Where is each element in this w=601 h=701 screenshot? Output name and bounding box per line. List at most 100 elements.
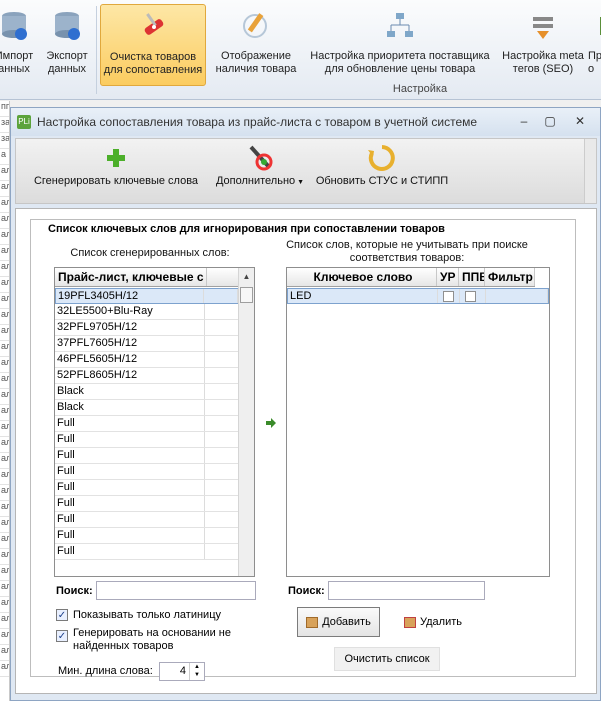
extra-cell: [205, 544, 239, 559]
table-row[interactable]: Full: [55, 480, 239, 496]
keyword-cell: 19PFL3405H/12: [56, 289, 205, 303]
scroll-up-icon[interactable]: ▲: [239, 268, 254, 285]
update-stus-button[interactable]: Обновить СТУС и СТИПП: [312, 141, 452, 187]
background-row: ал: [0, 165, 9, 181]
ppv-checkbox-cell[interactable]: [460, 289, 486, 303]
add-button[interactable]: Добавить: [297, 607, 380, 637]
keyword-cell: Full: [55, 464, 205, 479]
background-row: ал: [0, 341, 9, 357]
table-row[interactable]: Full: [55, 528, 239, 544]
table-row[interactable]: 52PFL8605H/12: [55, 368, 239, 384]
tools-icon: [208, 141, 312, 175]
table-row[interactable]: Full: [55, 512, 239, 528]
import-data-button[interactable]: Импорт анных: [0, 4, 36, 86]
table-row[interactable]: Full: [55, 432, 239, 448]
keyword-cell: Full: [55, 512, 205, 527]
ur-checkbox-cell[interactable]: [438, 289, 460, 303]
stepper-arrows-icon[interactable]: ▲ ▼: [189, 663, 204, 680]
background-row: ал: [0, 453, 9, 469]
delete-button[interactable]: Удалить: [398, 611, 468, 633]
table-row[interactable]: Black: [55, 384, 239, 400]
dialog-toolbar: Сгенерировать ключевые слова Дополнитель…: [15, 138, 597, 204]
extra-cell: [205, 336, 239, 351]
keyword-cell: Full: [55, 480, 205, 495]
table-row[interactable]: 32LE5500+Blu-Ray: [55, 304, 239, 320]
minimize-button[interactable]: –: [513, 114, 535, 128]
table-row[interactable]: LED: [287, 288, 549, 304]
background-row: ал: [0, 325, 9, 341]
window-title: Настройка сопоставления товара из прайс-…: [37, 115, 478, 129]
check-icon[interactable]: ✓: [56, 609, 68, 621]
min-length-stepper[interactable]: 4 ▲ ▼: [159, 662, 205, 681]
background-row: а: [0, 149, 9, 165]
background-row: ал: [0, 421, 9, 437]
right-search-input[interactable]: [328, 581, 485, 600]
ribbon: Импорт анных Экспорт данных Очистка това…: [0, 0, 601, 100]
background-row: ал: [0, 261, 9, 277]
check-icon[interactable]: ✓: [56, 630, 68, 642]
clear-list-button[interactable]: Очистить список: [334, 647, 440, 671]
table-row[interactable]: Black: [55, 400, 239, 416]
clean-products-label: Очистка товаров для сопоставления: [103, 51, 203, 76]
toolbar-scrollbar[interactable]: [584, 139, 596, 203]
refresh-icon: [312, 141, 452, 175]
maximize-button[interactable]: ▢: [539, 114, 561, 128]
more-dropdown-button[interactable]: Дополнительно ▼: [208, 141, 312, 187]
keyword-cell: 46PFL5605H/12: [55, 352, 205, 367]
table-row[interactable]: Full: [55, 544, 239, 560]
table-row[interactable]: 19PFL3405H/12: [55, 288, 239, 304]
generated-words-grid[interactable]: Прайс-лист, ключевые с 19PFL3405H/12 32LE…: [54, 267, 255, 577]
min-length-label: Мин. длина слова:: [58, 665, 153, 677]
extra-cell: [205, 480, 239, 495]
extra-cell: [205, 512, 239, 527]
left-grid-scrollbar[interactable]: ▲: [238, 268, 254, 576]
extra-cell: [205, 400, 239, 415]
table-row[interactable]: Full: [55, 416, 239, 432]
ppv-checkbox[interactable]: [465, 291, 476, 302]
table-row[interactable]: 37PFL7605H/12: [55, 336, 239, 352]
dialog-content: Список ключевых слов для игнорирования п…: [15, 208, 597, 694]
meta-tags-icon: [525, 8, 561, 44]
table-row[interactable]: 46PFL5605H/12: [55, 352, 239, 368]
ur-checkbox[interactable]: [443, 291, 454, 302]
table-row[interactable]: Full: [55, 448, 239, 464]
update-stus-label: Обновить СТУС и СТИПП: [315, 175, 449, 187]
clean-products-button[interactable]: Очистка товаров для сопоставления: [100, 4, 206, 86]
scroll-thumb[interactable]: [240, 287, 253, 303]
background-row: ал: [0, 309, 9, 325]
generate-not-found-checkbox[interactable]: ✓ Генерировать на основании не найденных…: [56, 627, 231, 653]
right-grid-header-ur[interactable]: УР: [437, 268, 459, 286]
export-data-button[interactable]: Экспорт данных: [40, 4, 94, 86]
move-right-arrow-icon[interactable]: [265, 417, 277, 432]
right-grid-header-keyword[interactable]: Ключевое слово: [287, 268, 437, 286]
table-row[interactable]: Full: [55, 464, 239, 480]
right-grid-header-ppv[interactable]: ППВ: [459, 268, 485, 286]
ignored-words-grid[interactable]: Ключевое слово УР ППВ Фильтр LED: [286, 267, 550, 577]
latin-only-checkbox[interactable]: ✓ Показывать только латиницу: [56, 609, 221, 622]
background-row: ал: [0, 645, 9, 661]
left-search-input[interactable]: [96, 581, 256, 600]
right-grid-header-filter[interactable]: Фильтр: [485, 268, 535, 286]
partial-ribbon-button[interactable]: Пр о: [588, 4, 601, 86]
left-grid-header-extra[interactable]: [207, 268, 239, 286]
filter-cell[interactable]: [486, 289, 548, 303]
left-grid-header-keyword[interactable]: Прайс-лист, ключевые с: [55, 268, 207, 286]
table-row[interactable]: 32PFL9705H/12: [55, 320, 239, 336]
partial-label: Пр о: [588, 50, 601, 75]
background-row: ал: [0, 357, 9, 373]
keyword-cell: 37PFL7605H/12: [55, 336, 205, 351]
supplier-priority-button[interactable]: Настройка приоритета поставщика для обно…: [304, 4, 496, 86]
chevron-down-icon: ▼: [295, 179, 305, 186]
background-row: ал: [0, 501, 9, 517]
show-availability-button[interactable]: Отображение наличия товара: [210, 4, 302, 86]
app-icon: PLi: [17, 115, 31, 129]
meta-tags-button[interactable]: Настройка meta тегов (SEO): [498, 4, 588, 86]
extra-cell: [205, 448, 239, 463]
generate-keywords-button[interactable]: Сгенерировать ключевые слова: [26, 141, 206, 187]
extra-cell: [204, 289, 238, 303]
delete-label: Удалить: [420, 616, 462, 628]
import-label: Импорт анных: [0, 50, 34, 75]
min-length-value[interactable]: 4: [180, 665, 186, 677]
close-button[interactable]: ✕: [569, 114, 591, 128]
table-row[interactable]: Full: [55, 496, 239, 512]
